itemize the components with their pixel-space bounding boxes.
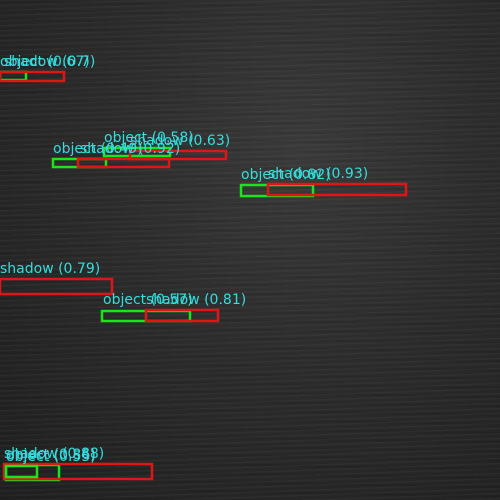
shadow-bounding-box [76, 157, 171, 169]
shadow-box-label: shadow (0.81) [146, 292, 246, 308]
shadow-box-label: shadow (0.93) [268, 166, 368, 182]
shadow-box-label: shadow (0.79) [0, 261, 100, 277]
shadow-box-label: shadow (0.92) [80, 141, 180, 157]
detection-image: object (0.67) shadow (0.7) object (0.58) sh… [0, 0, 500, 500]
shadow-box-label: shadow (0.7) [4, 54, 95, 70]
box-labels: object (0.67)shadow (0.7)object (0.58)sh… [0, 54, 368, 465]
object-box-label: object (0.55) [6, 449, 96, 465]
object-bounding-box [4, 464, 39, 479]
detection-overlay: object (0.67)shadow (0.7)object (0.58)sh… [0, 54, 408, 482]
shadow-bounding-box [0, 277, 114, 296]
